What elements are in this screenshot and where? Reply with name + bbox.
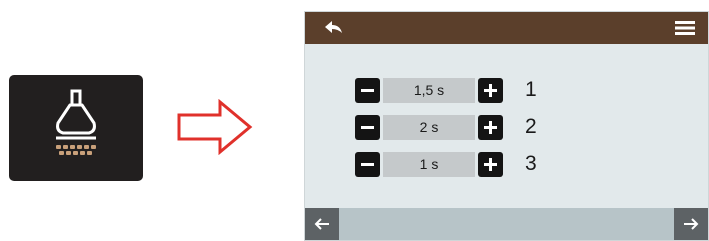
duration-value: 1,5 s <box>383 78 475 103</box>
previous-button[interactable] <box>305 208 339 240</box>
increase-button[interactable] <box>478 152 503 177</box>
duration-value: 1 s <box>383 152 475 177</box>
row-number: 2 <box>525 115 537 138</box>
duration-row-1: 1,5 s 1 <box>355 78 545 103</box>
minus-icon <box>361 126 374 129</box>
plus-icon <box>484 84 497 97</box>
arrow-left-icon <box>314 218 329 230</box>
minus-icon <box>361 89 374 92</box>
cleaning-brush-icon <box>56 89 96 155</box>
cleaning-mode-tile[interactable] <box>9 75 143 181</box>
plus-icon <box>484 121 497 134</box>
return-icon[interactable] <box>323 18 345 38</box>
arrow-right-icon <box>684 218 699 230</box>
decrease-button[interactable] <box>355 152 380 177</box>
duration-row-2: 2 s 2 <box>355 115 545 140</box>
next-button[interactable] <box>674 208 708 240</box>
minus-icon <box>361 163 374 166</box>
top-bar <box>305 12 708 44</box>
increase-button[interactable] <box>478 115 503 140</box>
menu-icon[interactable] <box>674 20 696 36</box>
increase-button[interactable] <box>478 78 503 103</box>
decrease-button[interactable] <box>355 115 380 140</box>
duration-value: 2 s <box>383 115 475 140</box>
arrow-right-icon <box>177 99 253 155</box>
duration-row-3: 1 s 3 <box>355 152 545 177</box>
bottom-bar <box>305 208 708 240</box>
plus-icon <box>484 158 497 171</box>
decrease-button[interactable] <box>355 78 380 103</box>
row-number: 1 <box>525 78 537 101</box>
row-number: 3 <box>525 152 537 175</box>
device-screen: 1,5 s 1 2 s 2 1 s 3 <box>304 11 709 241</box>
